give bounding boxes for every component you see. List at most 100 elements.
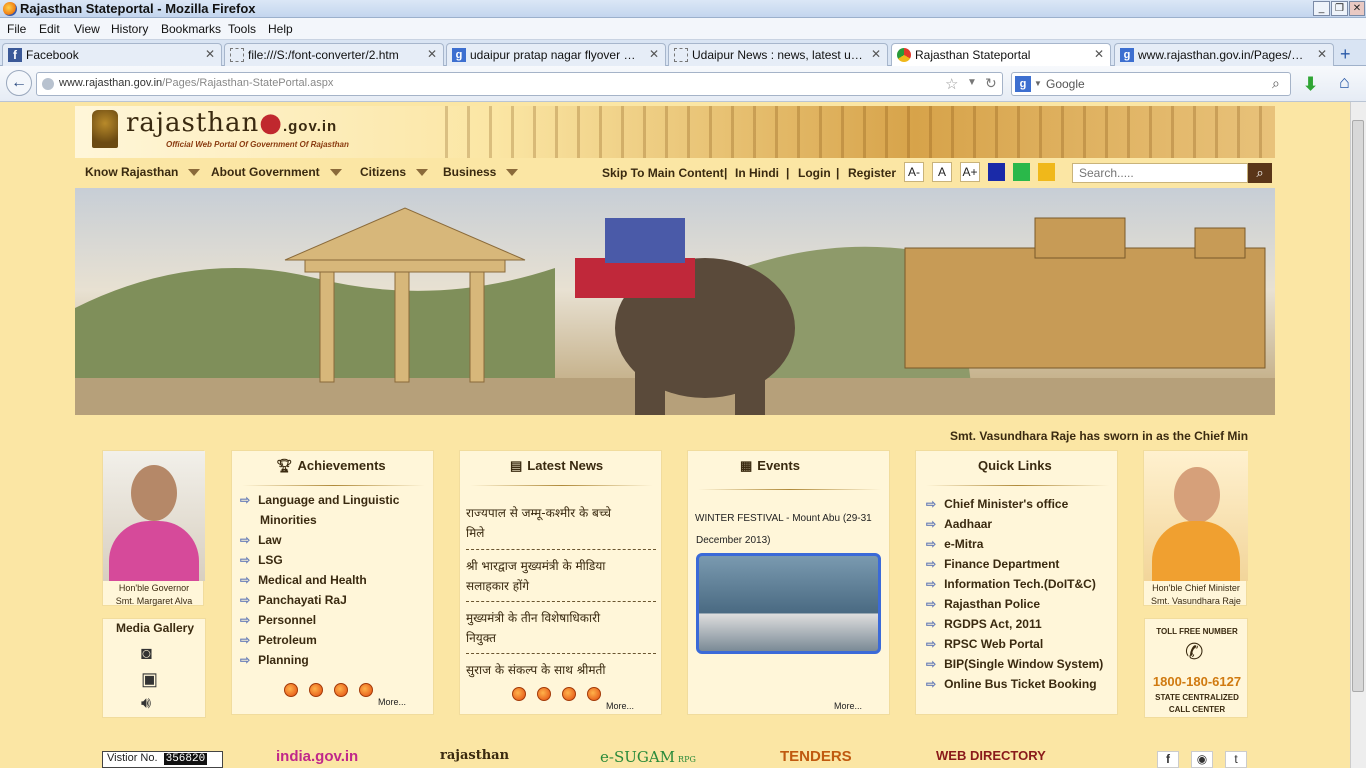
font-decrease-button[interactable]: A- <box>904 162 924 182</box>
register-link[interactable]: Register <box>848 166 896 180</box>
tab-close-icon[interactable]: ✕ <box>1094 47 1104 61</box>
list-item-cont[interactable]: Minorities <box>240 510 430 530</box>
nav-about-government[interactable]: About Government <box>211 165 342 179</box>
skip-to-main-link[interactable]: Skip To Main Content <box>602 166 724 180</box>
first-icon[interactable] <box>512 687 526 701</box>
site-search-button[interactable]: ⌕ <box>1248 163 1272 183</box>
event-item[interactable]: WINTER FESTIVAL - Mount Abu (29-31 <box>695 513 872 524</box>
list-item[interactable]: ⇨ Rajasthan Police <box>926 594 1116 614</box>
list-item[interactable]: ⇨ Petroleum <box>240 630 430 650</box>
url-bar[interactable]: www.rajasthan.gov.in/Pages/Rajasthan-Sta… <box>36 72 1003 96</box>
tab-google-search[interactable]: g udaipur pratap nagar flyover plan ... … <box>446 43 666 66</box>
achievements-more-link[interactable]: More... <box>378 697 406 707</box>
theme-yellow-button[interactable] <box>1038 163 1055 181</box>
prev-icon[interactable] <box>537 687 551 701</box>
nav-citizens[interactable]: Citizens <box>360 165 429 179</box>
next-icon[interactable] <box>359 683 373 697</box>
pause-icon[interactable] <box>562 687 576 701</box>
tab-file[interactable]: file:///S:/font-converter/2.htm ✕ <box>224 43 444 66</box>
restore-button[interactable]: ❐ <box>1331 1 1348 16</box>
list-item[interactable]: ⇨ Information Tech.(DoIT&C) <box>926 574 1116 594</box>
nav-business[interactable]: Business <box>443 165 519 179</box>
audio-icon[interactable]: 🔊︎ <box>141 695 151 713</box>
event-image[interactable] <box>696 553 881 654</box>
nav-know-rajasthan[interactable]: Know Rajasthan <box>85 165 201 179</box>
list-item[interactable]: ⇨ RPSC Web Portal <box>926 634 1116 654</box>
list-item[interactable]: ⇨ Chief Minister's office <box>926 494 1116 514</box>
list-item[interactable]: ⇨ Personnel <box>240 610 430 630</box>
new-tab-button[interactable]: + <box>1340 44 1351 65</box>
tab-rajasthan-stateportal[interactable]: Rajasthan Stateportal ✕ <box>891 43 1111 66</box>
tab-rajasthan-pages[interactable]: g www.rajasthan.gov.in/Pages/Raja... ✕ <box>1114 43 1334 66</box>
login-link[interactable]: Login <box>798 166 831 180</box>
theme-green-button[interactable] <box>1013 163 1030 181</box>
tab-close-icon[interactable]: ✕ <box>649 47 659 61</box>
close-window-button[interactable]: ✕ <box>1349 1 1365 16</box>
menu-help[interactable]: Help <box>268 22 293 36</box>
menu-file[interactable]: File <box>7 22 26 36</box>
list-item[interactable]: ⇨ BIP(Single Window System) <box>926 654 1116 674</box>
scrollbar-thumb[interactable] <box>1352 120 1364 692</box>
esugam-logo[interactable]: e-SUGAM RPG <box>600 748 696 766</box>
tab-facebook[interactable]: f Facebook ✕ <box>2 43 222 66</box>
site-logo[interactable]: rajasthan●.gov.in <box>126 108 337 138</box>
events-more-link[interactable]: More... <box>834 701 862 711</box>
news-ticker[interactable]: Smt. Vasundhara Raje has sworn in as the… <box>950 429 1255 447</box>
web-directory-logo[interactable]: WEB DIRECTORY <box>936 748 1046 763</box>
rss-icon[interactable]: ◉ <box>1191 751 1213 768</box>
list-item[interactable]: ⇨ Medical and Health <box>240 570 430 590</box>
reload-icon[interactable]: ↻ <box>985 75 997 92</box>
download-icon[interactable]: ⬇ <box>1303 74 1318 95</box>
next-icon[interactable] <box>587 687 601 701</box>
list-item[interactable]: ⇨ Aadhaar <box>926 514 1116 534</box>
list-item[interactable]: ⇨ Finance Department <box>926 554 1116 574</box>
menu-tools[interactable]: Tools <box>228 22 256 36</box>
news-item[interactable]: मुख्यमंत्री के तीन विशेषाधिकारी नियुक्त <box>466 601 656 653</box>
dropdown-arrow-icon[interactable]: ▼ <box>967 77 977 88</box>
magnifier-icon[interactable]: ⌕ <box>1272 75 1280 92</box>
video-icon[interactable]: ▣ <box>141 669 158 690</box>
menu-history[interactable]: History <box>111 22 148 36</box>
pause-icon[interactable] <box>334 683 348 697</box>
list-item[interactable]: ⇨ Language and Linguistic <box>240 490 430 510</box>
tab-close-icon[interactable]: ✕ <box>427 47 437 61</box>
font-increase-button[interactable]: A+ <box>960 162 980 182</box>
twitter-icon[interactable]: t <box>1225 751 1247 768</box>
india-gov-logo[interactable]: india.gov.in <box>276 748 358 765</box>
news-more-link[interactable]: More... <box>606 701 634 711</box>
event-item-cont[interactable]: December 2013) <box>696 535 770 546</box>
browser-search-box[interactable]: g ▼ Google ⌕ <box>1011 72 1291 96</box>
list-item[interactable]: ⇨ Law <box>240 530 430 550</box>
back-button[interactable]: ← <box>6 70 32 96</box>
engine-dropdown-icon[interactable]: ▼ <box>1034 79 1042 88</box>
news-item[interactable]: राज्यपाल से जम्मू-कश्मीर के बच्चे मिले <box>466 503 656 549</box>
tab-close-icon[interactable]: ✕ <box>871 47 881 61</box>
news-item[interactable]: सुराज के संकल्प के साथ श्रीमती <box>466 653 656 677</box>
in-hindi-link[interactable]: In Hindi <box>735 166 779 180</box>
menu-view[interactable]: View <box>74 22 100 36</box>
list-item[interactable]: ⇨ Panchayati RaJ <box>240 590 430 610</box>
tab-close-icon[interactable]: ✕ <box>1317 47 1327 61</box>
home-icon[interactable]: ⌂ <box>1339 72 1350 93</box>
list-item[interactable]: ⇨ Online Bus Ticket Booking <box>926 674 1116 694</box>
list-item[interactable]: ⇨ e-Mitra <box>926 534 1116 554</box>
minimize-button[interactable]: _ <box>1313 1 1330 16</box>
rajasthan-logo[interactable]: rajasthan <box>440 748 509 763</box>
font-normal-button[interactable]: A <box>932 162 952 182</box>
theme-blue-button[interactable] <box>988 163 1005 181</box>
news-item[interactable]: श्री भारद्वाज मुख्यमंत्री के मीडिया सलाहक… <box>466 549 656 601</box>
bookmark-star-icon[interactable]: ☆ <box>945 75 958 93</box>
menu-bookmarks[interactable]: Bookmarks <box>161 22 221 36</box>
menu-edit[interactable]: Edit <box>39 22 60 36</box>
tenders-logo[interactable]: TENDERS <box>780 748 852 765</box>
first-icon[interactable] <box>284 683 298 697</box>
camera-icon[interactable]: ◙ <box>141 643 152 664</box>
list-item[interactable]: ⇨ RGDPS Act, 2011 <box>926 614 1116 634</box>
list-item[interactable]: ⇨ LSG <box>240 550 430 570</box>
tab-udaipur-news[interactable]: Udaipur News : news, latest updat... ✕ <box>668 43 888 66</box>
list-item[interactable]: ⇨ Planning <box>240 650 430 670</box>
tab-close-icon[interactable]: ✕ <box>205 47 215 61</box>
site-search-input[interactable] <box>1072 163 1248 183</box>
facebook-icon[interactable]: f <box>1157 751 1179 768</box>
tollfree-number[interactable]: 1800-180-6127 <box>1145 674 1249 689</box>
